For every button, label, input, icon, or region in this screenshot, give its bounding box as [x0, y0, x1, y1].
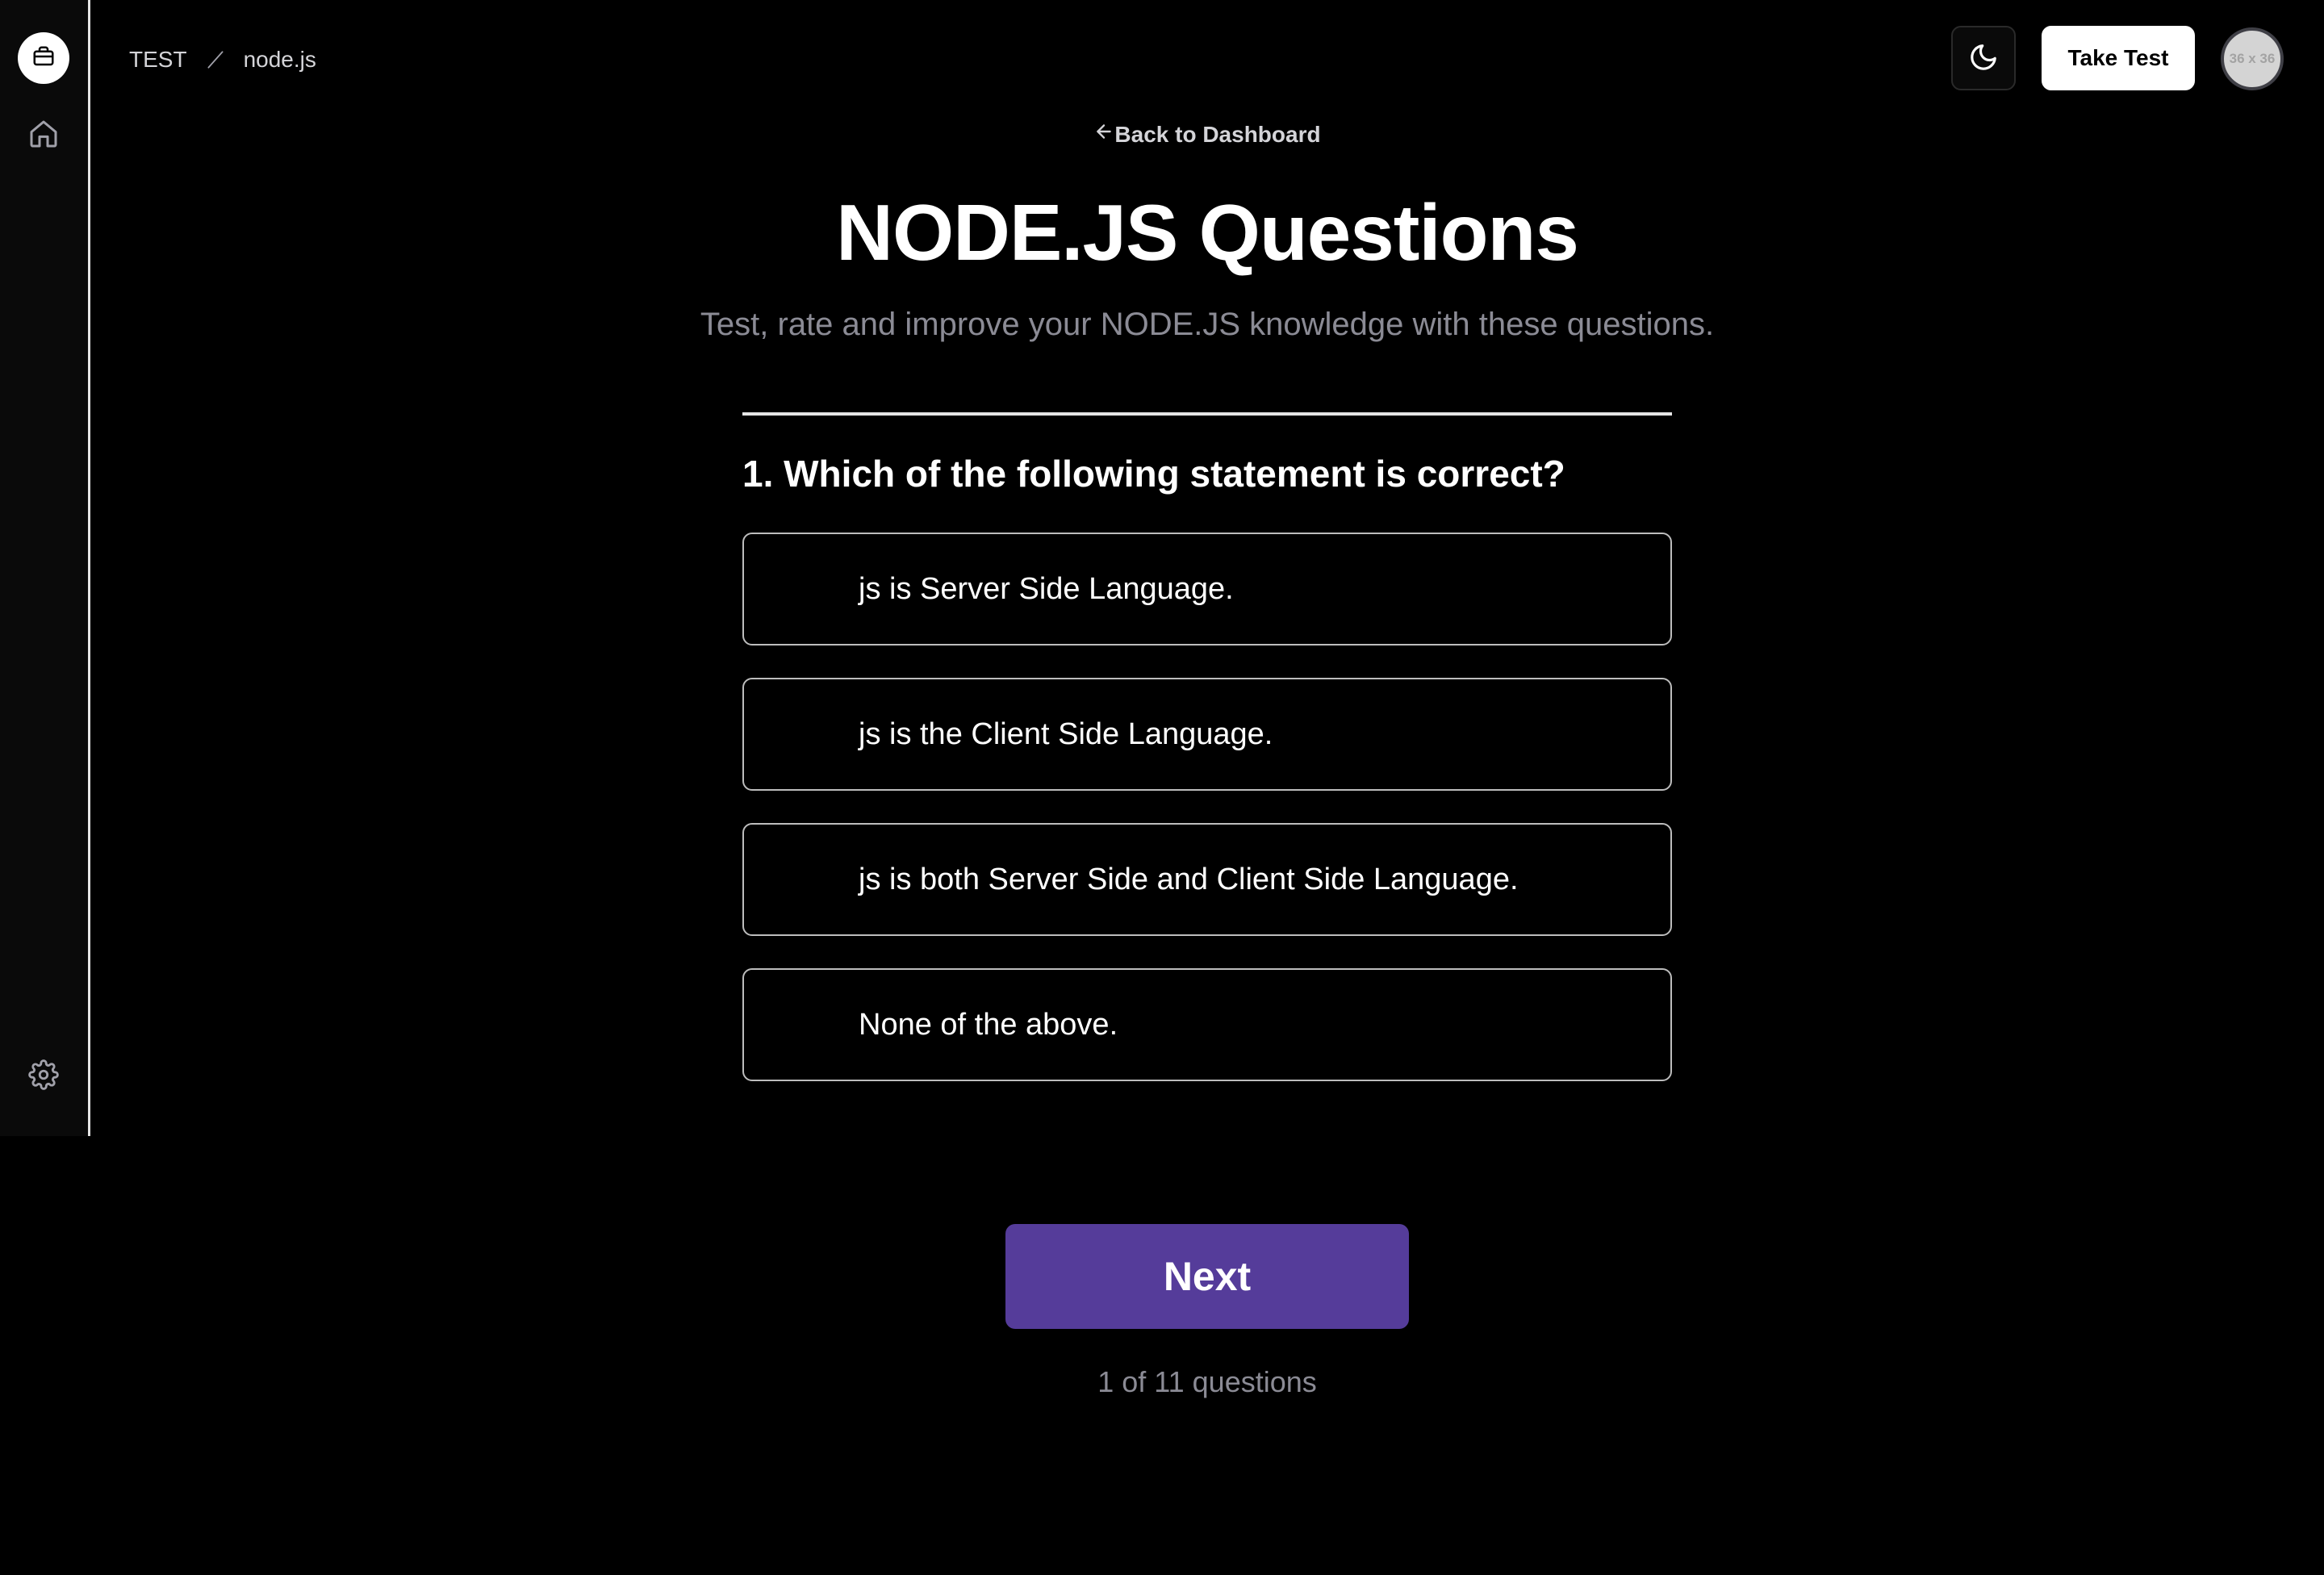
arrow-left-icon — [1093, 121, 1114, 148]
breadcrumb-item-current: node.js — [243, 47, 316, 72]
answer-option-label: js is both Server Side and Client Side L… — [859, 862, 1519, 896]
answer-option-4[interactable]: None of the above. — [742, 968, 1672, 1081]
question-progress: 1 of 11 questions — [1097, 1365, 1317, 1398]
logo[interactable] — [18, 32, 69, 84]
theme-toggle-button[interactable] — [1951, 26, 2016, 90]
question-text: 1. Which of the following statement is c… — [742, 453, 1565, 495]
sidebar — [0, 0, 90, 1136]
page-title: NODE.JS Questions — [836, 188, 1579, 277]
sidebar-item-settings[interactable] — [26, 1059, 61, 1094]
back-to-dashboard-label: Back to Dashboard — [1114, 121, 1321, 147]
answer-option-3[interactable]: js is both Server Side and Client Side L… — [742, 823, 1672, 936]
breadcrumb: TEST node.js — [129, 44, 316, 76]
avatar[interactable]: 36 x 36 — [2221, 27, 2284, 90]
slash-separator-icon — [205, 49, 226, 70]
take-test-button[interactable]: Take Test — [2042, 26, 2195, 90]
page-subtitle: Test, rate and improve your NODE.JS know… — [700, 307, 1715, 342]
breadcrumb-item-test[interactable]: TEST — [129, 47, 187, 73]
answer-option-label: None of the above. — [859, 1007, 1118, 1042]
answer-option-label: js is the Client Side Language. — [859, 716, 1273, 751]
answer-option-2[interactable]: js is the Client Side Language. — [742, 678, 1672, 791]
answer-option-1[interactable]: js is Server Side Language. — [742, 533, 1672, 645]
back-to-dashboard-link[interactable]: Back to Dashboard — [0, 121, 2324, 148]
moon-icon — [1968, 42, 1999, 75]
briefcase-icon — [31, 44, 56, 73]
next-button[interactable]: Next — [1005, 1224, 1409, 1329]
gear-icon — [28, 1059, 59, 1094]
divider — [742, 412, 1672, 416]
avatar-placeholder-text: 36 x 36 — [2229, 51, 2276, 66]
answer-option-label: js is Server Side Language. — [859, 571, 1234, 606]
